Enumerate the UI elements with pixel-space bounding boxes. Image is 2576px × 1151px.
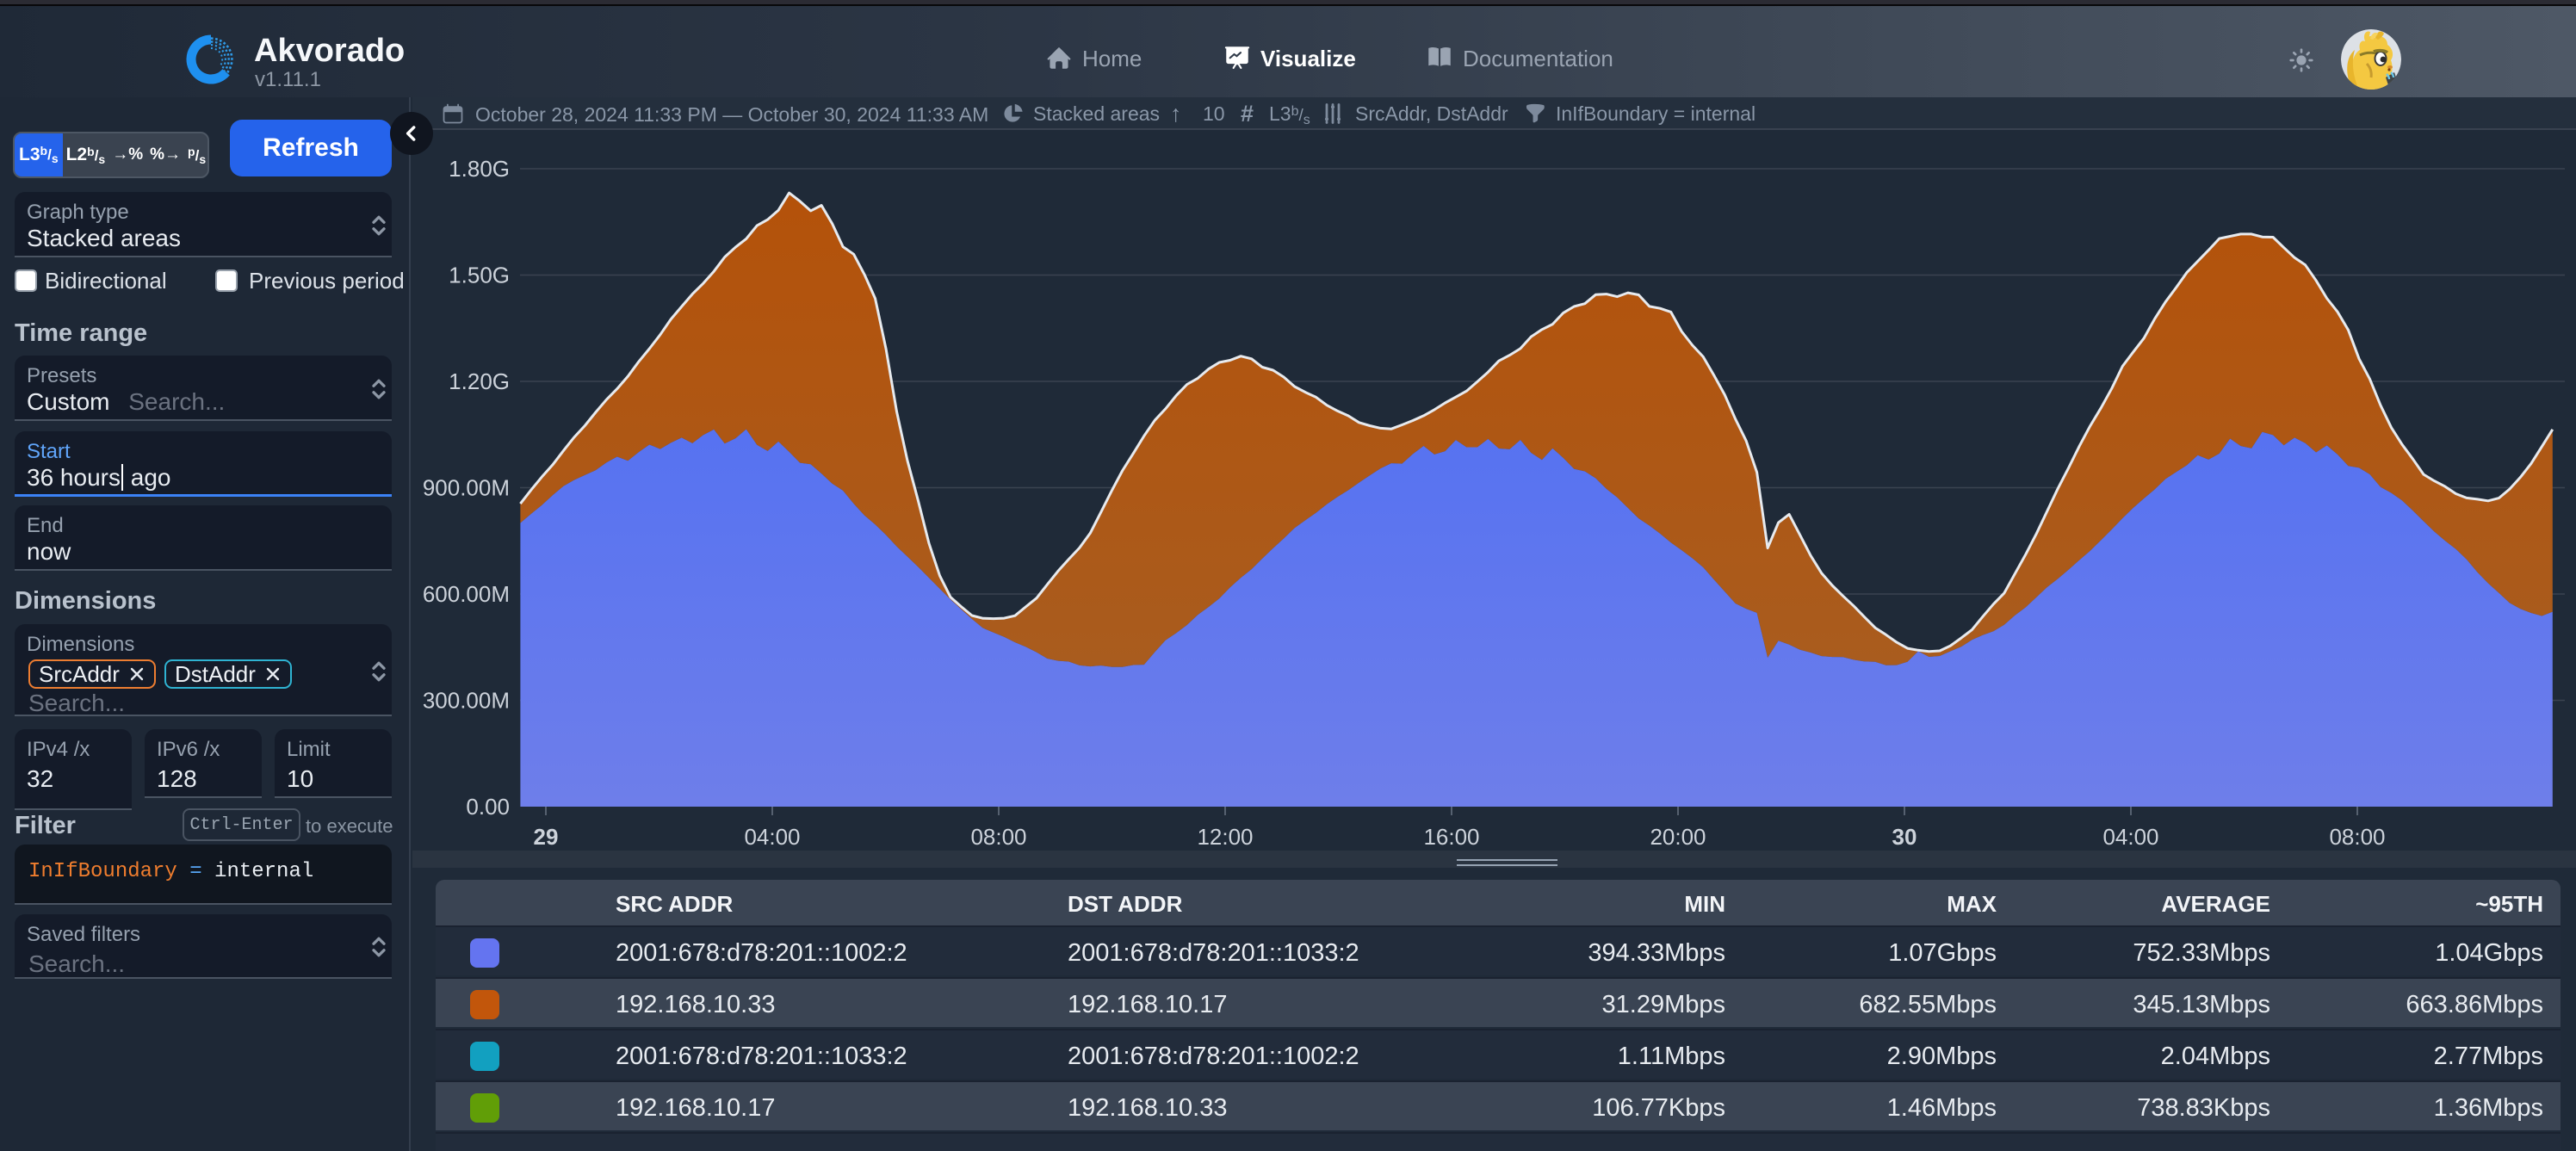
svg-text:08:00: 08:00 — [2329, 824, 2385, 850]
svg-text:04:00: 04:00 — [2102, 824, 2158, 850]
svg-text:30: 30 — [1892, 824, 1917, 850]
svg-text:20:00: 20:00 — [1650, 824, 1706, 850]
svg-text:1.80G: 1.80G — [449, 156, 510, 182]
svg-text:04:00: 04:00 — [744, 824, 800, 850]
svg-text:600.00M: 600.00M — [423, 581, 510, 607]
svg-text:1.50G: 1.50G — [449, 263, 510, 288]
svg-text:16:00: 16:00 — [1423, 824, 1479, 850]
svg-text:12:00: 12:00 — [1197, 824, 1253, 850]
svg-text:1.20G: 1.20G — [449, 368, 510, 394]
svg-text:0.00: 0.00 — [466, 794, 510, 820]
svg-text:900.00M: 900.00M — [423, 475, 510, 501]
svg-text:300.00M: 300.00M — [423, 688, 510, 714]
svg-text:29: 29 — [534, 824, 559, 850]
svg-text:08:00: 08:00 — [970, 824, 1026, 850]
